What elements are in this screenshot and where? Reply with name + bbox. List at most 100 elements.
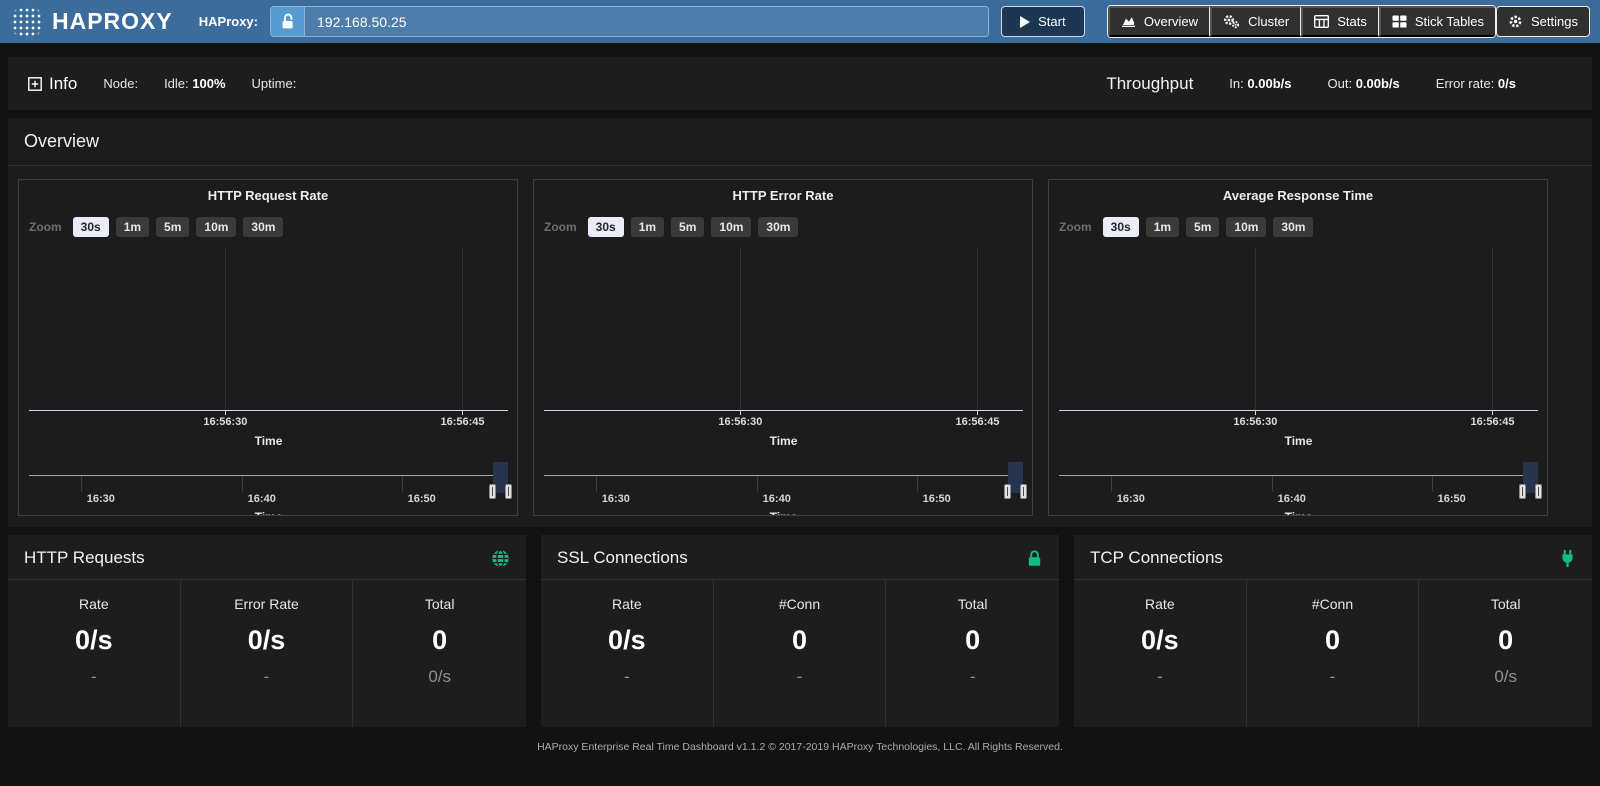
stat-label: Rate <box>8 596 180 612</box>
card-title: SSL Connections <box>557 548 688 568</box>
zoom-option-30m[interactable]: 30m <box>1273 217 1313 237</box>
stat-sub-value: 0/s <box>1419 667 1592 687</box>
zoom-option-5m[interactable]: 5m <box>671 217 704 237</box>
nav-button-overview[interactable]: Overview <box>1108 6 1210 37</box>
zoom-option-1m[interactable]: 1m <box>631 217 664 237</box>
view-switch-group: OverviewCluster Stats Stick Tables <box>1107 5 1496 38</box>
card-header: HTTP Requests <box>8 535 526 580</box>
stat-sub-value: - <box>1247 667 1419 687</box>
navigator-selected-range[interactable] <box>1523 462 1538 493</box>
stat-label: Rate <box>541 596 713 612</box>
footer-copyright: HAProxy Enterprise Real Time Dashboard v… <box>0 741 1600 753</box>
card-tcp-connections: TCP Connections Rate0/s-#Conn0-Total00/s <box>1074 535 1592 727</box>
haproxy-logo-icon <box>10 5 44 39</box>
haproxy-brand: HAPROXY <box>10 5 173 39</box>
start-button[interactable]: Start <box>1001 6 1085 37</box>
stat-sub-value: - <box>181 667 353 687</box>
navigator-selected-range[interactable] <box>493 462 508 493</box>
zoom-option-5m[interactable]: 5m <box>156 217 189 237</box>
stat-label: Rate <box>1074 596 1246 612</box>
zoom-range-selector: Zoom 30s1m5m10m30m <box>1059 217 1313 237</box>
navigator-tick-label: 16:40 <box>248 493 276 505</box>
card-header: TCP Connections <box>1074 535 1592 580</box>
overview-header: Overview <box>8 118 1592 166</box>
x-axis-labels: 16:56:3016:56:45 <box>544 416 1023 430</box>
x-axis-labels: 16:56:3016:56:45 <box>29 416 508 430</box>
stat-sub-value: - <box>541 667 713 687</box>
navigator-axis-title: Time <box>1059 510 1538 516</box>
zoom-option-10m[interactable]: 10m <box>1226 217 1266 237</box>
x-axis-tick-label: 16:56:30 <box>1233 416 1277 428</box>
stat-value: 0/s <box>181 625 353 656</box>
card-title: HTTP Requests <box>24 548 145 568</box>
table-icon <box>1314 15 1329 28</box>
chart-area-icon <box>1121 15 1136 28</box>
nav-button-stick-tables[interactable]: Stick Tables <box>1379 6 1495 37</box>
throughput-section: Throughput In: 0.00b/s Out: 0.00b/s Erro… <box>1106 74 1576 94</box>
nav-button-label: Stats <box>1337 14 1367 29</box>
brand-text: HAPROXY <box>52 8 173 35</box>
chart-plot-area <box>544 248 1023 411</box>
stat-total: Total0- <box>886 580 1059 727</box>
stat--conn: #Conn0- <box>714 580 887 727</box>
stat-value: 0 <box>714 625 886 656</box>
navigator-right-handle[interactable] <box>1020 484 1027 499</box>
navigator-right-handle[interactable] <box>505 484 512 499</box>
settings-button[interactable]: Settings <box>1496 6 1590 37</box>
zoom-option-30s[interactable]: 30s <box>73 217 109 237</box>
navigator-tick <box>757 476 758 492</box>
address-input-group <box>270 6 989 37</box>
stat-value: 0 <box>1419 625 1592 656</box>
navigator-left-handle[interactable] <box>1004 484 1011 499</box>
navigator-tick-label: 16:50 <box>923 493 951 505</box>
zoom-label: Zoom <box>29 220 62 234</box>
stat-value: 0/s <box>541 625 713 656</box>
stat-total: Total00/s <box>353 580 526 727</box>
gridline <box>977 248 978 410</box>
gridline <box>1492 248 1493 410</box>
card-stats: Rate 0/s -#Conn0-Total0- <box>541 580 1059 727</box>
card-stats: Rate0/s-Error Rate0/s-Total00/s <box>8 580 526 727</box>
zoom-option-30m[interactable]: 30m <box>243 217 283 237</box>
stat--conn: #Conn0- <box>1247 580 1420 727</box>
gears-icon <box>1223 14 1240 29</box>
stat-value: 0/s <box>1074 625 1246 656</box>
navigator-left-handle[interactable] <box>489 484 496 499</box>
gear-icon <box>1508 14 1523 29</box>
zoom-option-30s[interactable]: 30s <box>1103 217 1139 237</box>
zoom-option-5m[interactable]: 5m <box>1186 217 1219 237</box>
zoom-option-30m[interactable]: 30m <box>758 217 798 237</box>
info-expand-toggle[interactable]: Info <box>28 74 77 94</box>
navigator-selected-range[interactable] <box>1008 462 1023 493</box>
chart-title: Average Response Time <box>1049 188 1547 203</box>
address-input[interactable] <box>305 7 988 36</box>
navigator-left-handle[interactable] <box>1519 484 1526 499</box>
navigator-tick <box>1432 476 1433 492</box>
node-label: Node: <box>103 76 138 91</box>
axis-tick <box>462 410 463 415</box>
out-label: Out: <box>1327 76 1352 91</box>
zoom-option-10m[interactable]: 10m <box>711 217 751 237</box>
gridline <box>462 248 463 410</box>
stat-value: 0 <box>1247 625 1419 656</box>
zoom-option-1m[interactable]: 1m <box>116 217 149 237</box>
error-rate-label: Error rate: <box>1436 76 1495 91</box>
zoom-option-10m[interactable]: 10m <box>196 217 236 237</box>
zoom-option-30s[interactable]: 30s <box>588 217 624 237</box>
stat-sub-value: - <box>8 667 180 687</box>
unlock-icon[interactable] <box>271 7 305 36</box>
stat-rate: Rate0/s- <box>1074 580 1247 727</box>
navigator-right-handle[interactable] <box>1535 484 1542 499</box>
card-header: SSL Connections <box>541 535 1059 580</box>
overview-title: Overview <box>24 131 99 151</box>
card-title: TCP Connections <box>1090 548 1223 568</box>
stat-error-rate: Error Rate0/s- <box>181 580 354 727</box>
nav-button-stats[interactable]: Stats <box>1301 6 1379 37</box>
info-left: Info Node: Idle: 100% Uptime: <box>28 74 296 94</box>
play-icon <box>1020 16 1030 28</box>
summary-cards-row: HTTP Requests Rate0/s-Error Rate0/s-Tota… <box>8 535 1592 727</box>
zoom-option-1m[interactable]: 1m <box>1146 217 1179 237</box>
card-ssl-connections: SSL Connections Rate 0/s -#Conn0-Total0- <box>541 535 1059 727</box>
nav-button-cluster[interactable]: Cluster <box>1210 6 1301 37</box>
stat-value: 0 <box>353 625 526 656</box>
